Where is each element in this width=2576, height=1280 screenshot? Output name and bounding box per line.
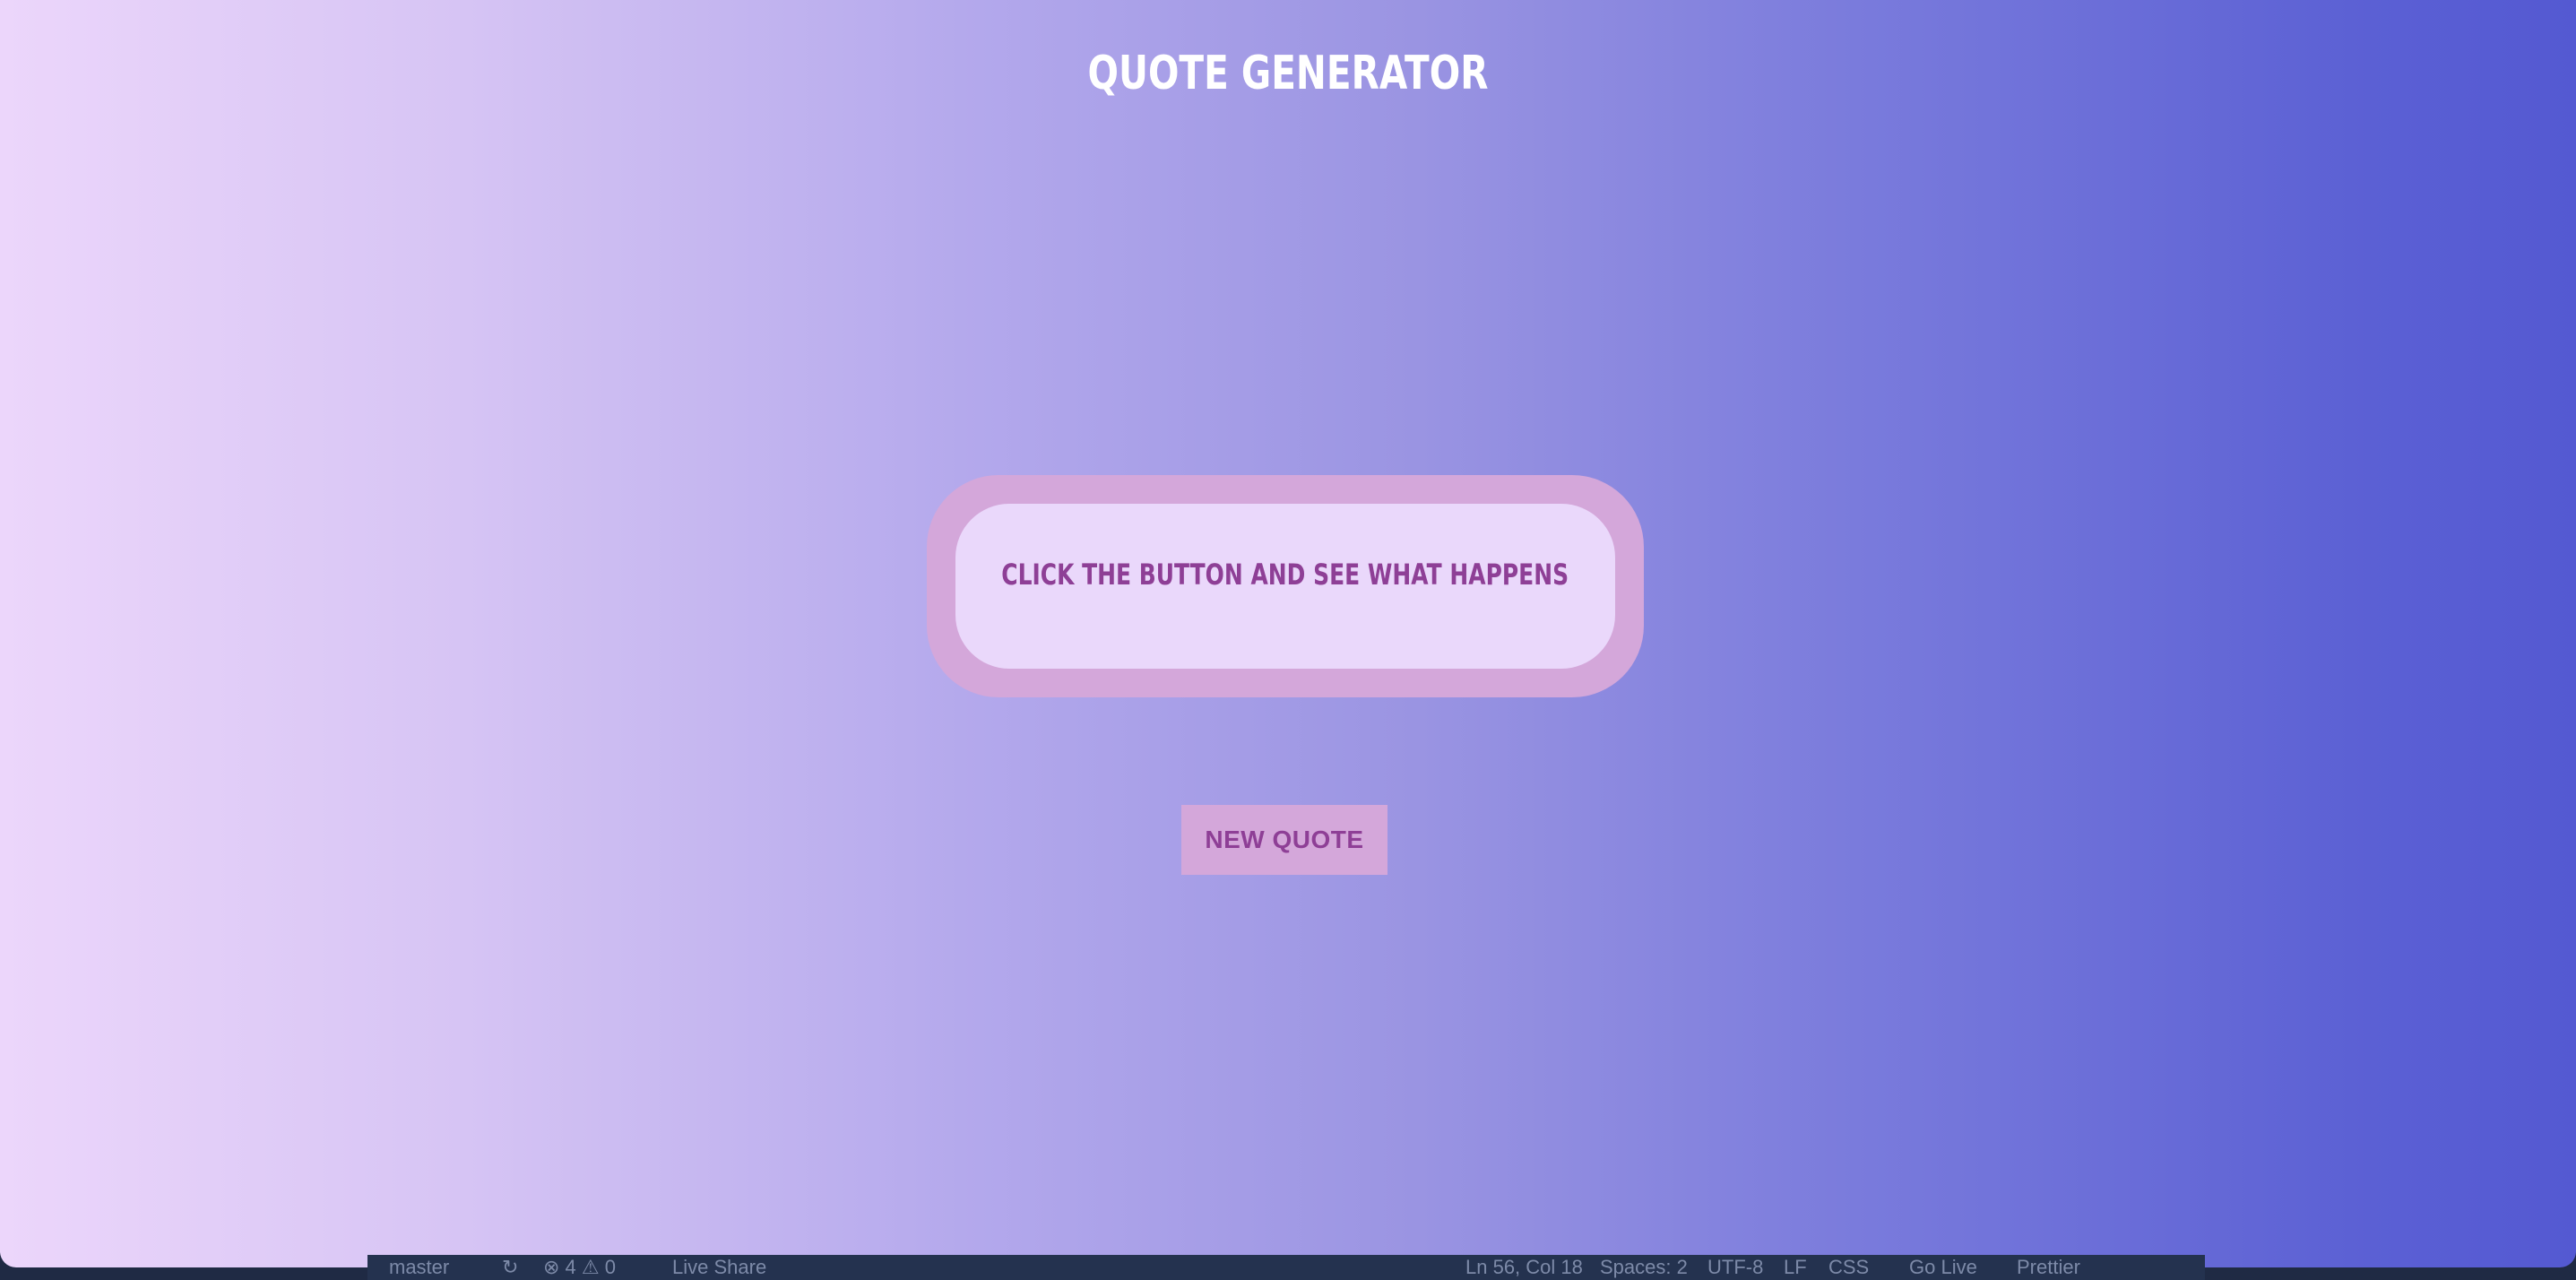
- editor-statusbar: master ↻ ⊗ 4 ⚠ 0 Live Share Ln 56, Col 1…: [367, 1255, 2205, 1280]
- prettier-button[interactable]: Prettier: [2017, 1257, 2080, 1278]
- new-quote-button[interactable]: NEW QUOTE: [1181, 805, 1387, 875]
- indentation-setting[interactable]: Spaces: 2: [1600, 1257, 1688, 1278]
- language-mode[interactable]: CSS: [1828, 1257, 1869, 1278]
- branch-indicator[interactable]: master: [389, 1257, 449, 1278]
- eol-setting[interactable]: LF: [1784, 1257, 1807, 1278]
- encoding-setting[interactable]: UTF-8: [1707, 1257, 1763, 1278]
- page-title: QUOTE GENERATOR: [1087, 47, 1489, 100]
- cursor-position[interactable]: Ln 56, Col 18: [1465, 1257, 1583, 1278]
- quote-card-inner: CLICK THE BUTTON AND SEE WHAT HAPPENS: [955, 504, 1615, 669]
- problems-indicator[interactable]: ⊗ 4 ⚠ 0: [543, 1257, 616, 1278]
- live-share-button[interactable]: Live Share: [672, 1257, 766, 1278]
- sync-icon[interactable]: ↻: [502, 1257, 518, 1278]
- go-live-button[interactable]: Go Live: [1909, 1257, 1977, 1278]
- app-page: QUOTE GENERATOR CLICK THE BUTTON AND SEE…: [0, 0, 2576, 1267]
- quote-text: CLICK THE BUTTON AND SEE WHAT HAPPENS: [1001, 558, 1569, 592]
- quote-card: CLICK THE BUTTON AND SEE WHAT HAPPENS: [927, 475, 1644, 697]
